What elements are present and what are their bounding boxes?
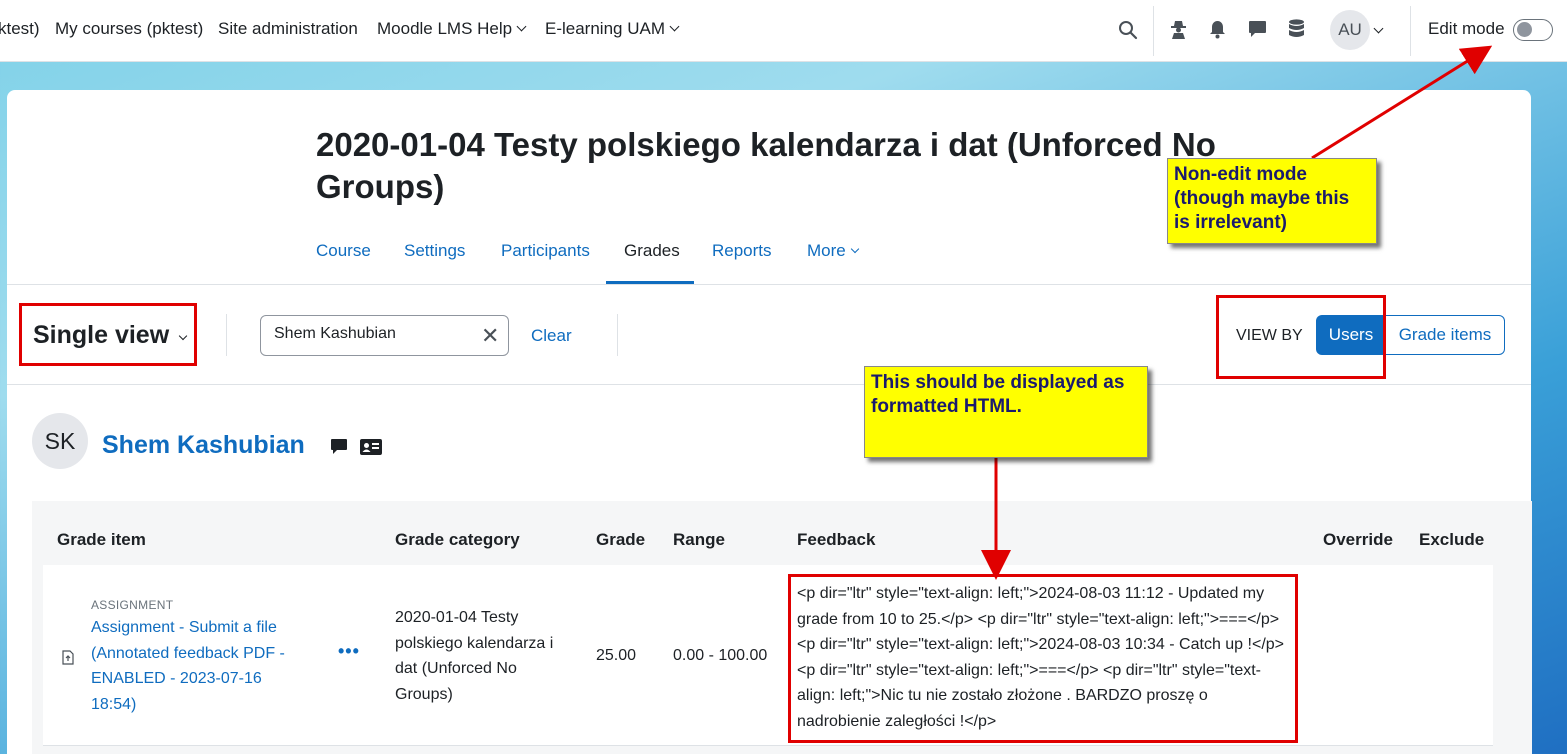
avatar: SK xyxy=(32,413,88,469)
id-card-icon[interactable] xyxy=(360,439,382,455)
nav-link-moodle-help-label: Moodle LMS Help xyxy=(377,19,513,38)
database-icon[interactable] xyxy=(1288,19,1305,39)
assignment-icon xyxy=(62,650,74,665)
navbar-divider xyxy=(1153,6,1154,56)
message-icon[interactable] xyxy=(330,438,348,456)
range-cell: 0.00 - 100.00 xyxy=(673,647,768,664)
user-search-box: ✕ xyxy=(260,315,509,356)
nav-link-site-admin[interactable]: Site administration xyxy=(218,19,358,39)
clear-button[interactable]: Clear xyxy=(531,326,572,346)
top-navbar: ktest) My courses (pktest) Site administ… xyxy=(0,0,1567,62)
grade-cell: 25.00 xyxy=(596,647,637,664)
column-header-grade-category: Grade category xyxy=(395,530,520,549)
actions-menu-icon[interactable]: ••• xyxy=(338,641,360,662)
view-by-grade-items-button[interactable]: Grade items xyxy=(1386,315,1505,355)
user-name-link[interactable]: Shem Kashubian xyxy=(102,431,305,460)
column-header-range: Range xyxy=(673,530,725,549)
tab-more-label: More xyxy=(807,241,846,260)
bell-icon[interactable] xyxy=(1209,20,1226,39)
chevron-down-icon xyxy=(516,21,527,32)
tab-participants[interactable]: Participants xyxy=(501,241,590,261)
accessibility-icon[interactable] xyxy=(1170,20,1187,39)
tab-more[interactable]: More xyxy=(807,241,859,261)
chevron-down-icon[interactable] xyxy=(1373,23,1384,34)
nav-link-moodle-help[interactable]: Moodle LMS Help xyxy=(377,19,527,39)
toggle-knob xyxy=(1517,22,1532,37)
nav-link-elearning[interactable]: E-learning UAM xyxy=(545,19,680,39)
divider xyxy=(43,745,1493,746)
user-search-input[interactable] xyxy=(274,325,474,343)
column-header-exclude: Exclude xyxy=(1419,530,1485,549)
nav-link-elearning-label: E-learning UAM xyxy=(545,19,665,38)
divider xyxy=(7,284,1531,285)
chevron-down-icon xyxy=(850,244,859,254)
grade-category-cell: 2020-01-04 Testy polskiego kalendarza i … xyxy=(395,609,554,703)
tab-settings[interactable]: Settings xyxy=(404,241,465,261)
chevron-down-icon xyxy=(669,21,680,32)
tab-grades[interactable]: Grades xyxy=(624,241,680,261)
navbar-divider xyxy=(1410,6,1411,56)
nav-link-my-courses[interactable]: My courses (pktest) xyxy=(55,19,203,39)
annotation-box-feedback xyxy=(788,574,1298,743)
column-header-grade: Grade xyxy=(596,530,646,549)
page-title: 2020-01-04 Testy polskiego kalendarza i … xyxy=(316,126,1216,205)
edit-mode-toggle[interactable] xyxy=(1513,19,1553,41)
annotation-note-feedback: This should be displayed as formatted HT… xyxy=(864,366,1148,458)
column-header-grade-item: Grade item xyxy=(57,530,146,549)
divider xyxy=(7,384,1531,385)
search-icon[interactable] xyxy=(1118,20,1138,40)
annotation-note-edit-mode: Non-edit mode (though maybe this is irre… xyxy=(1167,158,1377,244)
divider xyxy=(617,314,618,356)
tab-course[interactable]: Course xyxy=(316,241,371,261)
chat-icon[interactable] xyxy=(1248,20,1267,38)
tab-reports[interactable]: Reports xyxy=(712,241,772,261)
column-header-feedback: Feedback xyxy=(797,530,876,549)
edit-mode-label: Edit mode xyxy=(1428,19,1505,38)
close-icon[interactable]: ✕ xyxy=(481,323,499,349)
column-header-override: Override xyxy=(1323,530,1393,549)
grade-item-link[interactable]: Assignment - Submit a file (Annotated fe… xyxy=(91,615,291,717)
nav-link-partial[interactable]: ktest) xyxy=(0,19,40,39)
annotation-box-view-selector xyxy=(19,303,197,366)
annotation-box-view-by xyxy=(1216,295,1386,379)
divider xyxy=(226,314,227,356)
user-menu-avatar[interactable]: AU xyxy=(1330,10,1370,50)
grade-item-type: ASSIGNMENT xyxy=(91,598,174,612)
